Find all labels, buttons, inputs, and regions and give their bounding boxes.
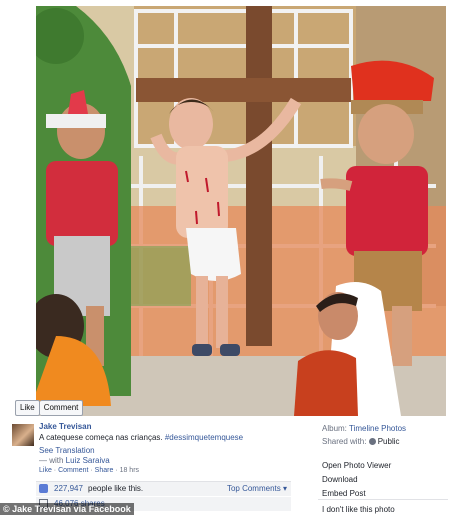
likes-summary: 227,947 people like this. Top Comments ▾ (36, 481, 291, 496)
tagged-user-link[interactable]: Luiz Saraiva (66, 456, 110, 465)
likes-count-link[interactable]: 227,947 (54, 484, 83, 493)
post-photo[interactable] (36, 6, 446, 416)
caption-text: A catequese começa nas crianças. (39, 433, 165, 442)
album-label: Album: (322, 424, 349, 433)
author-avatar[interactable] (12, 424, 34, 446)
post-actions: Like · Comment · Share · 18 hrs (39, 467, 139, 474)
post-time[interactable]: 18 hrs (120, 467, 139, 474)
download-link[interactable]: Download (322, 475, 391, 484)
photo-like-button[interactable]: Like (15, 400, 40, 416)
with-prefix: — with (39, 456, 66, 465)
open-photo-viewer-link[interactable]: Open Photo Viewer (322, 461, 391, 470)
embed-post-link[interactable]: Embed Post (322, 489, 391, 498)
photo-scene (36, 6, 446, 416)
comment-action[interactable]: Comment (58, 467, 88, 474)
top-comments-dropdown[interactable]: Top Comments ▾ (227, 484, 287, 493)
photo-options-menu: Open Photo Viewer Download Embed Post (322, 461, 391, 503)
tagged-with: — with Luiz Saraiva (39, 456, 110, 465)
thumbs-up-icon (39, 484, 48, 493)
author-name[interactable]: Jake Trevisan (39, 422, 91, 431)
like-action[interactable]: Like (39, 467, 52, 474)
menu-divider (318, 499, 448, 500)
album-link[interactable]: Timeline Photos (349, 424, 406, 433)
image-credit: © Jake Trevisan via Facebook (0, 503, 134, 515)
photo-info: Album: Timeline Photos Shared with: Publ… (322, 424, 406, 450)
dislike-photo-link[interactable]: I don't like this photo (322, 505, 395, 514)
see-translation-link[interactable]: See Translation (39, 446, 95, 455)
shared-label: Shared with: (322, 437, 369, 446)
privacy-info: Shared with: Public (322, 437, 406, 446)
privacy-value[interactable]: Public (378, 437, 400, 446)
post-caption: A catequese começa nas crianças. #dessim… (39, 433, 243, 442)
share-action[interactable]: Share (95, 467, 114, 474)
album-info: Album: Timeline Photos (322, 424, 406, 433)
globe-icon (368, 438, 376, 445)
photo-like-comment-buttons: Like Comment (15, 400, 84, 416)
photo-comment-button[interactable]: Comment (39, 400, 84, 416)
likes-text: people like this. (88, 484, 144, 493)
hashtag-link[interactable]: #dessimquetemquese (165, 433, 243, 442)
